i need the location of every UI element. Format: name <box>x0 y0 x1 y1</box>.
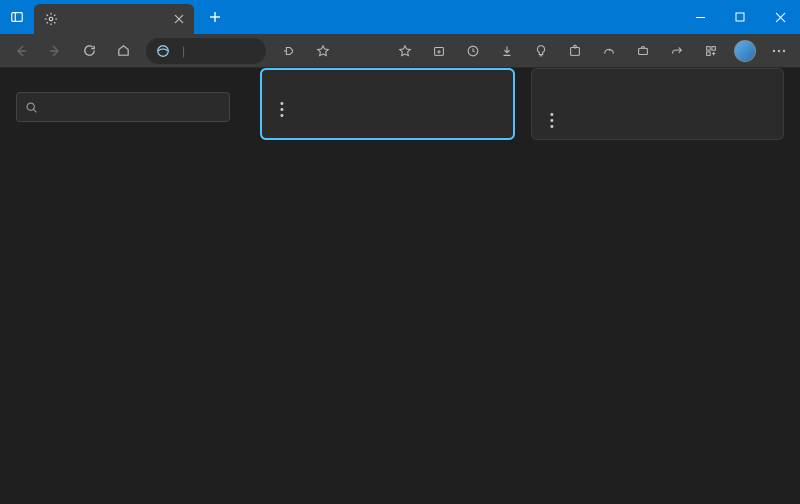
sidebar <box>0 68 240 504</box>
security-card-balanced[interactable] <box>260 68 515 140</box>
favorites-icon[interactable] <box>390 36 420 66</box>
search-input[interactable] <box>46 100 221 114</box>
browser-tab[interactable] <box>34 4 194 34</box>
share-icon[interactable] <box>662 36 692 66</box>
close-window-button[interactable] <box>760 0 800 34</box>
search-icon <box>25 101 38 114</box>
performance-icon[interactable] <box>594 36 624 66</box>
maximize-button[interactable] <box>720 0 760 34</box>
back-button[interactable] <box>6 36 36 66</box>
minimize-button[interactable] <box>680 0 720 34</box>
titlebar <box>0 0 800 34</box>
tips-icon[interactable] <box>526 36 556 66</box>
collections-icon[interactable] <box>424 36 454 66</box>
gear-icon <box>44 12 58 26</box>
toolbar: | <box>0 34 800 68</box>
apps-icon[interactable] <box>696 36 726 66</box>
downloads-icon[interactable] <box>492 36 522 66</box>
home-button[interactable] <box>108 36 138 66</box>
forward-button[interactable] <box>40 36 70 66</box>
extensions-icon[interactable] <box>560 36 590 66</box>
screenshot-icon[interactable] <box>628 36 658 66</box>
tab-close-button[interactable] <box>174 14 184 24</box>
address-bar[interactable]: | <box>146 38 266 64</box>
add-favorite-icon[interactable] <box>308 36 338 66</box>
new-tab-button[interactable] <box>200 11 230 23</box>
edge-logo-icon <box>156 44 170 58</box>
search-settings[interactable] <box>16 92 230 122</box>
read-aloud-icon[interactable] <box>274 36 304 66</box>
main-panel <box>240 68 800 504</box>
profile-avatar[interactable] <box>730 36 760 66</box>
tab-actions-button[interactable] <box>0 10 34 24</box>
history-icon[interactable] <box>458 36 488 66</box>
refresh-button[interactable] <box>74 36 104 66</box>
security-card-strict[interactable] <box>531 68 784 140</box>
more-button[interactable] <box>764 36 794 66</box>
